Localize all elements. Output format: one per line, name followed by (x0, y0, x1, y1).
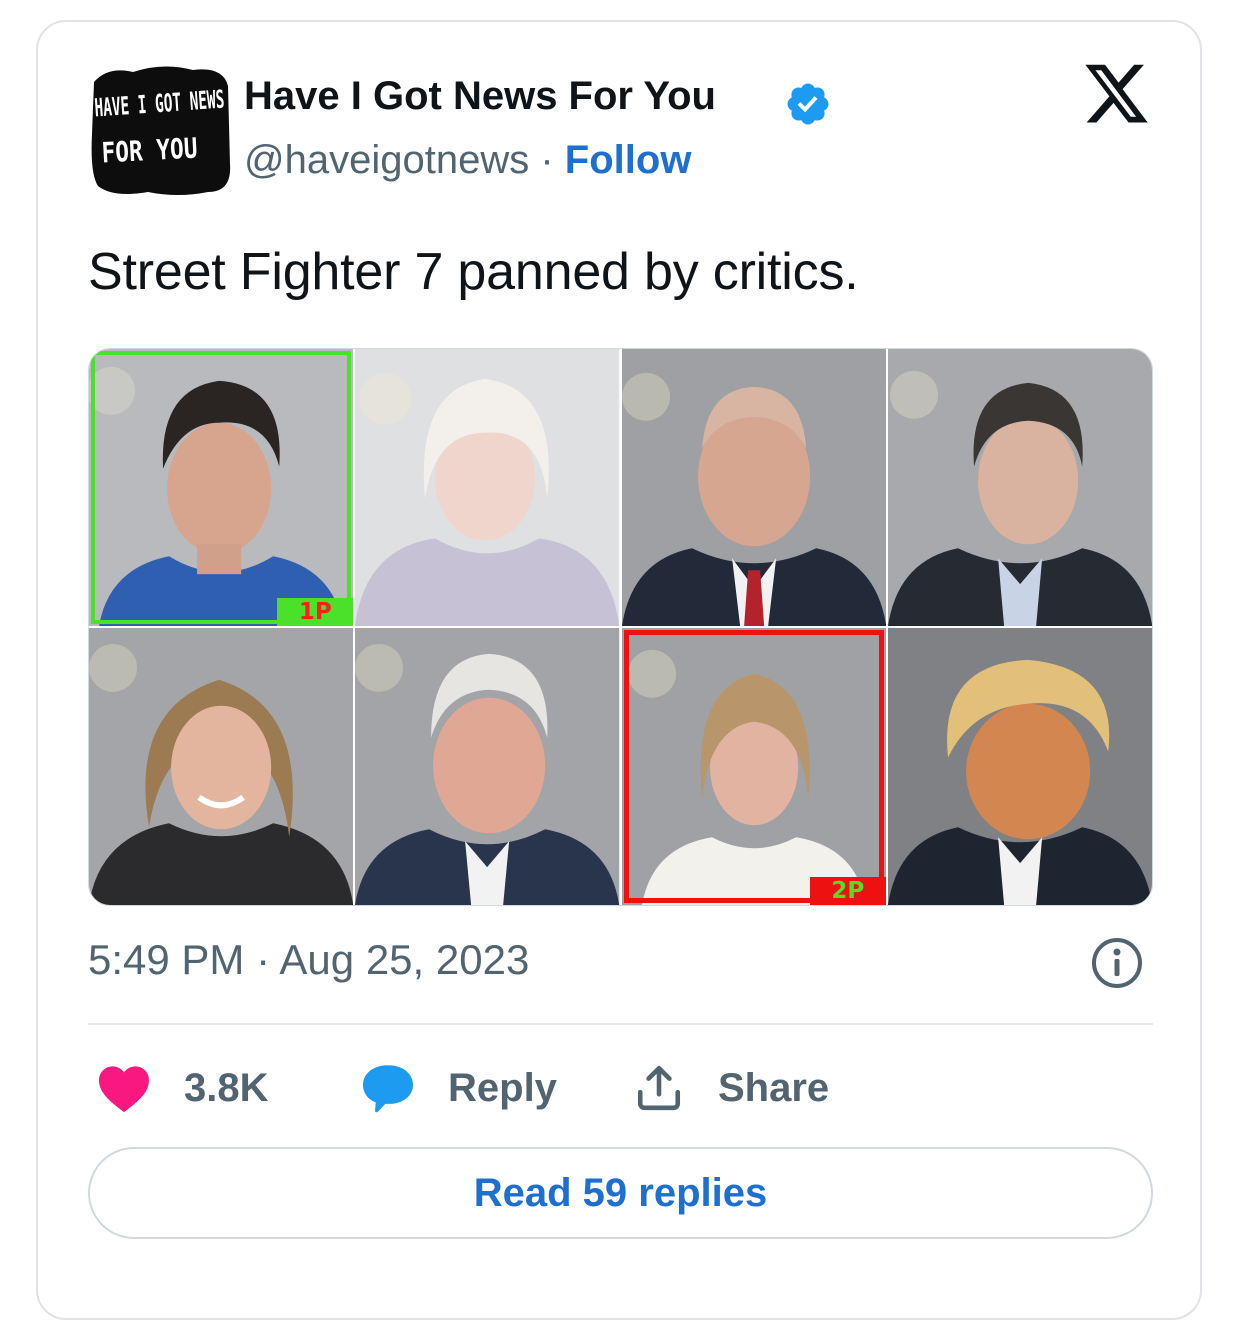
separator: · (540, 138, 554, 182)
player1-badge: 1P (277, 598, 354, 626)
reply-label: Reply (448, 1065, 557, 1110)
reply-bubble-icon (363, 1065, 413, 1113)
mugshot-6[interactable] (355, 628, 620, 905)
heart-icon (99, 1066, 149, 1113)
share-action[interactable]: Share (632, 1058, 829, 1118)
author-avatar[interactable]: HAVE I GOT NEWS FOR YOU (88, 64, 233, 199)
mugshot-8[interactable] (887, 628, 1152, 905)
author-name[interactable]: Have I Got News For You (244, 74, 716, 119)
mugshot-7[interactable]: 2P (621, 628, 886, 905)
avatar-text-2: FOR YOU (101, 132, 199, 170)
player2-badge: 2P (809, 877, 886, 905)
verified-badge-icon (787, 83, 829, 125)
author-handle[interactable]: @haveigotnews (244, 138, 529, 182)
like-count: 3.8K (184, 1065, 269, 1110)
like-action[interactable]: 3.8K (96, 1058, 269, 1118)
mugshot-1[interactable]: 1P (89, 349, 354, 626)
share-icon (637, 1065, 681, 1111)
read-replies-label: Read 59 replies (473, 1170, 768, 1215)
player2-selection-frame (623, 630, 884, 903)
share-label: Share (718, 1065, 830, 1110)
info-icon[interactable] (1090, 936, 1144, 990)
tweet-media-grid[interactable]: 1P 2P (88, 348, 1153, 906)
action-bar: 3.8K Reply Share (88, 1058, 1153, 1118)
follow-link[interactable]: Follow (565, 138, 692, 182)
player1-selection-frame (91, 351, 352, 624)
reply-action[interactable]: Reply (360, 1058, 557, 1118)
x-logo-icon[interactable] (1084, 64, 1150, 126)
mugshot-4[interactable] (887, 349, 1152, 626)
divider (88, 1023, 1153, 1025)
mugshot-3[interactable] (621, 349, 886, 626)
handle-row: @haveigotnews · Follow (244, 138, 691, 183)
mugshot-5[interactable] (89, 628, 354, 905)
read-replies-button[interactable]: Read 59 replies (88, 1147, 1153, 1239)
tweet-text: Street Fighter 7 panned by critics. (88, 243, 859, 301)
tweet-timestamp[interactable]: 5:49 PM · Aug 25, 2023 (88, 936, 529, 984)
mugshot-2[interactable] (355, 349, 620, 626)
